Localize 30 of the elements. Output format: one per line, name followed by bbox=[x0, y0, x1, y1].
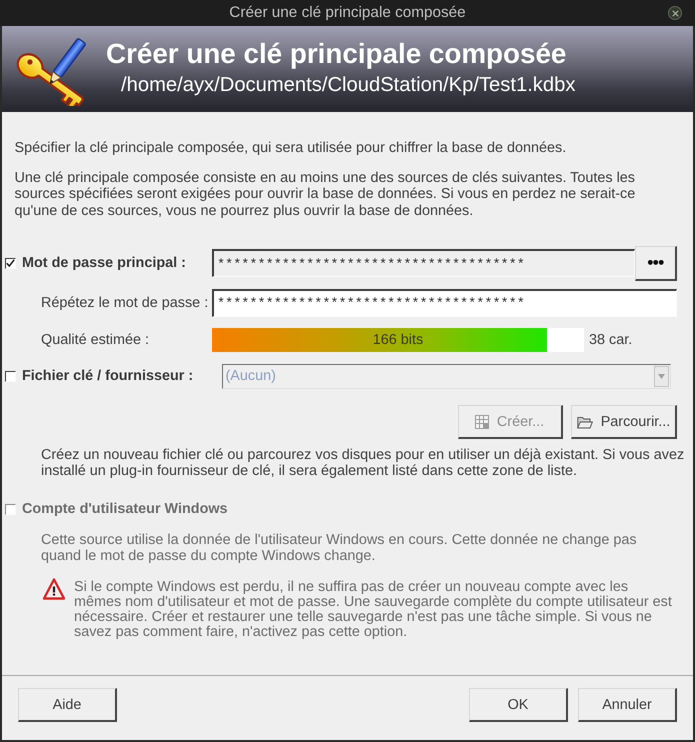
password-field[interactable]: ************************************** bbox=[212, 249, 635, 277]
warning-text: Si le compte Windows est perdu, il ne suffira pas de créer un nouveau compte avec les mêmes nom d'utilisateur et mot de passe. Une sauvegarde complète du compte utilisateur est nécessaire. Créer et restaurer une telle sauvegarde n'est pas une tâche simple. Si vous ne savez pas comment faire, n'activez pas cette option. bbox=[74, 580, 673, 640]
windows-account-description: Cette source utilise la donnée de l'utilisateur Windows en cours. Cette donnée ne change pas quand le mot de passe du compte Windows change. bbox=[41, 533, 638, 564]
key-file-label: Fichier clé / fournisseur : bbox=[22, 368, 194, 385]
quality-bits: 166 bits bbox=[372, 331, 424, 350]
show-password-button[interactable]: ••• bbox=[635, 246, 677, 280]
close-icon bbox=[672, 10, 678, 16]
help-button[interactable]: Aide bbox=[18, 688, 117, 722]
password-length: 38 car. bbox=[589, 332, 632, 348]
header-title: Créer une clé principale composée bbox=[106, 38, 568, 70]
quality-label: Qualité estimée : bbox=[41, 332, 149, 348]
checkbox[interactable] bbox=[5, 258, 16, 268]
repeat-password-field[interactable]: ************************************** bbox=[212, 289, 677, 316]
file-path: /home/ayx/Documents/CloudStation/Kp/Test1.kdbx bbox=[121, 73, 576, 98]
repeat-password-label: Répétez le mot de passe : bbox=[41, 294, 208, 311]
close-button[interactable] bbox=[668, 6, 682, 20]
window-title: Créer une clé principale composée bbox=[229, 4, 466, 22]
description-text: Une clé principale composée consiste en au moins une des sources de clés suivantes. Toutes les sources spécifiées seront exigées pour ouvrir la base de données. Si vous en perdez ne serait-ce qu'une de ces sources, vous ne pourrez plus ouvrir la base de données. bbox=[14, 170, 636, 219]
grid-icon bbox=[474, 414, 489, 428]
key-file-help-text: Créez un nouveau fichier clé ou parcourez vos disques pour en utiliser un déjà existant. Si vous avez installé un plug-in fournisseur de clé, il sera également listé dans cette zone de liste. bbox=[41, 448, 686, 479]
folder-icon bbox=[576, 414, 593, 428]
master-password-label: Mot de passe principal : bbox=[22, 254, 186, 272]
windows-account-label: Compte d'utilisateur Windows bbox=[22, 501, 228, 518]
checkbox[interactable] bbox=[5, 371, 16, 382]
checkmark-icon bbox=[6, 259, 15, 267]
browse-button[interactable]: Parcourir... bbox=[571, 405, 677, 439]
cancel-button[interactable]: Annuler bbox=[578, 688, 677, 722]
intro-text: Spécifier la clé principale composée, qui sera utilisée pour chiffrer la base de données. bbox=[14, 140, 568, 156]
warning-icon bbox=[43, 578, 65, 600]
ok-button[interactable]: OK bbox=[469, 688, 568, 722]
